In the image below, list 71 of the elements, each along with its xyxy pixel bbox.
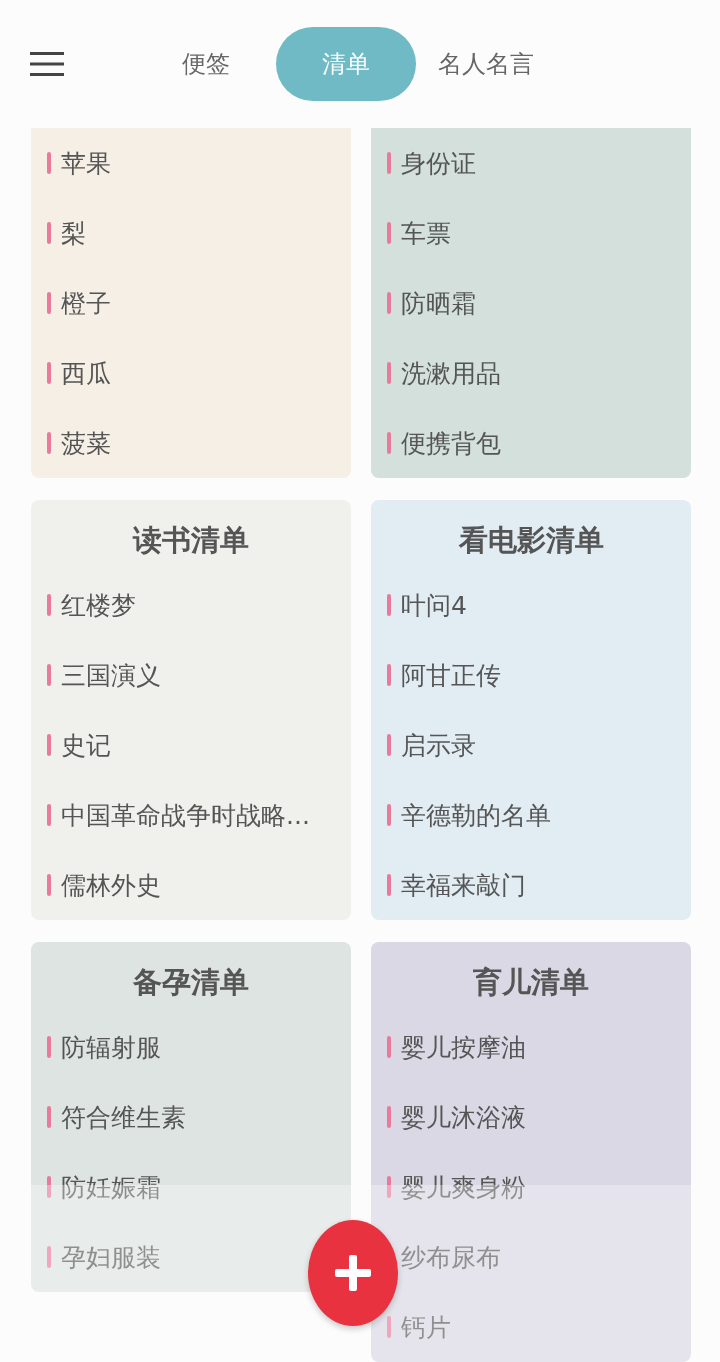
bullet-bar-icon [47,594,51,616]
list-item: 婴儿按摩油 [401,1031,526,1064]
list-item: 儒林外史 [61,869,161,902]
tab[interactable]: 名人名言 [416,27,556,101]
list-title: 育儿清单 [472,964,590,1001]
list-title: 读书清单 [131,522,250,559]
bullet-bar-icon [387,1106,391,1128]
bullet-bar-icon [387,1176,391,1198]
list-card[interactable]: 育儿清单 婴儿按摩油 婴儿沐浴液 婴儿爽身粉 纱布尿布 钙片 [371,942,691,1362]
bullet-bar-icon [47,222,51,244]
bullet-bar-icon [387,594,391,616]
bullet-bar-icon [47,804,51,826]
list-card[interactable]: 苹果 梨 橙子 西瓜 菠菜 [31,128,351,478]
list-item: 橙子 [61,287,111,320]
bullet-bar-icon [47,362,51,384]
list-item: 防晒霜 [401,287,476,320]
plus-icon [335,1255,371,1291]
bullet-bar-icon [47,152,51,174]
bullet-bar-icon [387,874,391,896]
bullet-bar-icon [387,152,391,174]
bullet-bar-icon [387,1036,391,1058]
list-item: 纱布尿布 [401,1241,501,1274]
list-item: 便携背包 [401,427,501,460]
list-item: 幸福来敲门 [401,869,526,902]
list-item: 符合维生素 [61,1101,186,1134]
bullet-bar-icon [387,734,391,756]
tab[interactable]: 便签 [136,27,276,101]
bullet-bar-icon [387,804,391,826]
list-card[interactable]: 看电影清单 叶问4 阿甘正传 启示录 辛德勒的名单 幸福来敲门 [371,500,691,920]
list-item: 防妊娠霜 [61,1171,161,1204]
list-card[interactable]: 备孕清单 防辐射服 符合维生素 防妊娠霜 孕妇服装 [31,942,351,1292]
bullet-bar-icon [47,664,51,686]
list-item: 钙片 [401,1311,451,1344]
list-title: 看电影清单 [457,522,605,559]
bullet-bar-icon [387,432,391,454]
bullet-bar-icon [47,1176,51,1198]
list-item: 阿甘正传 [401,659,501,692]
list-item: 婴儿爽身粉 [401,1171,526,1204]
bullet-bar-icon [387,362,391,384]
bullet-bar-icon [47,1106,51,1128]
list-item: 梨 [61,217,86,250]
list-card[interactable]: 读书清单 红楼梦 三国演义 史记 中国革命战争时战略... 儒林外史 [31,500,351,920]
list-item: 车票 [401,217,451,250]
list-item: 防辐射服 [61,1031,161,1064]
list-item: 菠菜 [61,427,111,460]
bullet-bar-icon [387,292,391,314]
list-item: 辛德勒的名单 [401,799,551,832]
bullet-bar-icon [47,432,51,454]
list-item: 红楼梦 [61,589,136,622]
list-item: 中国革命战争时战略... [61,799,310,832]
menu-icon[interactable] [30,52,64,76]
list-item: 苹果 [61,147,111,180]
bullet-bar-icon [47,874,51,896]
list-item: 洗漱用品 [401,357,501,390]
list-item: 婴儿沐浴液 [401,1101,526,1134]
bullet-bar-icon [387,222,391,244]
bullet-bar-icon [47,292,51,314]
list-item: 启示录 [401,729,476,762]
bullet-bar-icon [47,734,51,756]
list-item: 孕妇服装 [61,1241,161,1274]
list-item: 史记 [61,729,111,762]
list-item: 身份证 [401,147,476,180]
bullet-bar-icon [47,1036,51,1058]
bullet-bar-icon [387,664,391,686]
list-item: 西瓜 [61,357,111,390]
list-item: 三国演义 [61,659,161,692]
list-card[interactable]: 身份证 车票 防晒霜 洗漱用品 便携背包 [371,128,691,478]
list-title: 备孕清单 [132,964,250,1001]
bullet-bar-icon [387,1316,391,1338]
list-item: 叶问4 [401,589,467,622]
bullet-bar-icon [47,1246,51,1268]
